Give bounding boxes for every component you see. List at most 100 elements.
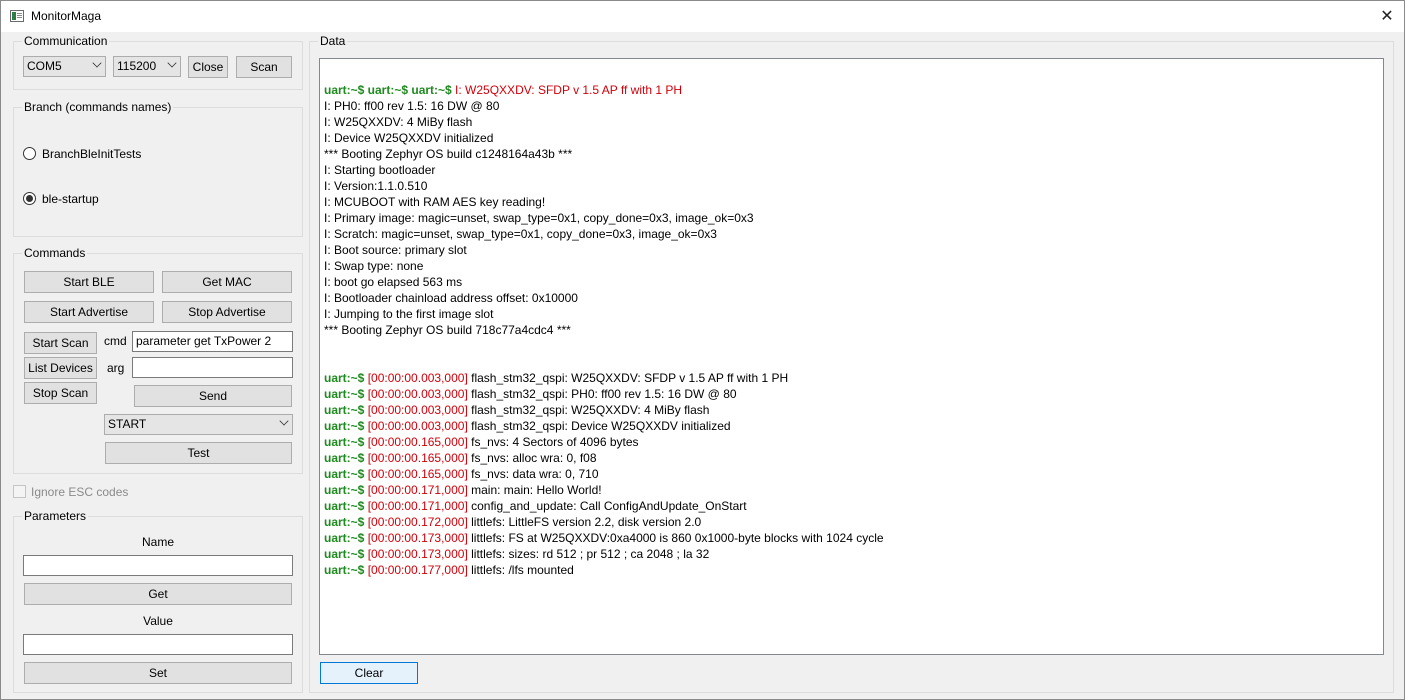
console-prompt: uart:~$: [324, 515, 368, 529]
stop-scan-button[interactable]: Stop Scan: [24, 382, 97, 404]
console-line: I: Jumping to the first image slot: [324, 307, 494, 321]
port-select-value: COM5: [27, 59, 62, 73]
console-prompt: uart:~$: [324, 451, 368, 465]
command-select-value: START: [108, 417, 147, 431]
console-log-line: uart:~$ [00:00:00.171,000] config_and_up…: [324, 498, 1383, 514]
window-title: MonitorMaga: [31, 9, 102, 23]
title-bar: MonitorMaga ✕: [1, 1, 1404, 32]
cmd-input[interactable]: parameter get TxPower 2: [132, 331, 293, 352]
console-log-line: uart:~$ [00:00:00.165,000] fs_nvs: alloc…: [324, 450, 1383, 466]
console-message: config_and_update: Call ConfigAndUpdate_…: [467, 499, 747, 513]
console-log-line: uart:~$ [00:00:00.003,000] flash_stm32_q…: [324, 386, 1383, 402]
port-select[interactable]: COM5: [23, 56, 106, 77]
param-value-label: Value: [143, 614, 173, 628]
console-line: I: MCUBOOT with RAM AES key reading!: [324, 195, 546, 209]
baud-select-value: 115200: [117, 59, 157, 73]
console-log-line: uart:~$ [00:00:00.003,000] flash_stm32_q…: [324, 402, 1383, 418]
console-line: *** Booting Zephyr OS build 718c77a4cdc4…: [324, 323, 571, 337]
chevron-down-icon: [92, 58, 102, 68]
console-timestamp: [00:00:00.171,000]: [367, 499, 468, 513]
console-prompt: uart:~$: [324, 435, 368, 449]
console-message: flash_stm32_qspi: W25QXXDV: SFDP v 1.5 A…: [467, 371, 789, 385]
param-value-input[interactable]: [23, 634, 293, 655]
console-log-line: uart:~$ [00:00:00.165,000] fs_nvs: 4 Sec…: [324, 434, 1383, 450]
set-param-button[interactable]: Set: [24, 662, 292, 684]
radio-ble-startup[interactable]: [23, 192, 36, 205]
param-name-input[interactable]: [23, 555, 293, 576]
console-log-line: uart:~$ [00:00:00.173,000] littlefs: FS …: [324, 530, 1383, 546]
console-log-line: uart:~$ [00:00:00.003,000] flash_stm32_q…: [324, 418, 1383, 434]
get-mac-button[interactable]: Get MAC: [162, 271, 292, 293]
scan-ports-button[interactable]: Scan: [236, 56, 292, 78]
console-message: flash_stm32_qspi: Device W25QXXDV initia…: [467, 419, 731, 433]
send-button[interactable]: Send: [134, 385, 292, 407]
data-console[interactable]: uart:~$ uart:~$ uart:~$ I: W25QXXDV: SFD…: [319, 58, 1384, 655]
console-log-line: uart:~$ [00:00:00.003,000] flash_stm32_q…: [324, 370, 1383, 386]
chevron-down-icon: [279, 416, 289, 426]
console-prompt: uart:~$ uart:~$ uart:~$: [324, 83, 456, 97]
command-select[interactable]: START: [104, 414, 293, 435]
clear-button[interactable]: Clear: [320, 662, 418, 684]
get-param-button[interactable]: Get: [24, 583, 292, 605]
console-message: flash_stm32_qspi: PH0: ff00 rev 1.5: 16 …: [467, 387, 737, 401]
console-message: main: main: Hello World!: [467, 483, 602, 497]
console-message: littlefs: sizes: rd 512 ; pr 512 ; ca 20…: [467, 547, 710, 561]
data-legend: Data: [318, 34, 348, 48]
console-line: I: Bootloader chainload address offset: …: [324, 291, 578, 305]
console-timestamp: [00:00:00.165,000]: [367, 435, 468, 449]
radio-label-branch-ble-init-tests[interactable]: BranchBleInitTests: [42, 147, 141, 161]
start-scan-button[interactable]: Start Scan: [24, 332, 97, 354]
console-line: I: boot go elapsed 563 ms: [324, 275, 463, 289]
console-message: fs_nvs: alloc wra: 0, f08: [467, 451, 597, 465]
console-prompt: uart:~$: [324, 387, 368, 401]
console-error-text: I: W25QXXDV: SFDP v 1.5 AP ff with 1 PH: [455, 83, 683, 97]
cmd-label: cmd: [104, 334, 127, 348]
runtime-log: uart:~$ [00:00:00.003,000] flash_stm32_q…: [324, 370, 1383, 578]
branch-legend: Branch (commands names): [22, 100, 174, 114]
console-prompt: uart:~$: [324, 563, 368, 577]
console-log-line: uart:~$ [00:00:00.165,000] fs_nvs: data …: [324, 466, 1383, 482]
console-line: I: W25QXXDV: 4 MiBy flash: [324, 115, 473, 129]
console-timestamp: [00:00:00.165,000]: [367, 451, 468, 465]
start-ble-button[interactable]: Start BLE: [24, 271, 154, 293]
console-line: I: Device W25QXXDV initialized: [324, 131, 494, 145]
console-timestamp: [00:00:00.003,000]: [367, 403, 468, 417]
console-prompt: uart:~$: [324, 371, 368, 385]
arg-input[interactable]: [132, 357, 293, 378]
console-prompt: uart:~$: [324, 547, 368, 561]
console-line: I: Starting bootloader: [324, 163, 436, 177]
communication-legend: Communication: [22, 34, 110, 48]
console-message: littlefs: LittleFS version 2.2, disk ver…: [467, 515, 702, 529]
console-line: I: Version:1.1.0.510: [324, 179, 428, 193]
ignore-esc-label[interactable]: Ignore ESC codes: [31, 485, 128, 499]
boot-log: I: PH0: ff00 rev 1.5: 16 DW @ 80 I: W25QX…: [324, 98, 1383, 338]
console-message: fs_nvs: data wra: 0, 710: [467, 467, 599, 481]
console-timestamp: [00:00:00.177,000]: [367, 563, 468, 577]
console-timestamp: [00:00:00.173,000]: [367, 531, 468, 545]
console-line: I: Primary image: magic=unset, swap_type…: [324, 211, 754, 225]
console-timestamp: [00:00:00.003,000]: [367, 371, 468, 385]
console-timestamp: [00:00:00.173,000]: [367, 547, 468, 561]
parameters-legend: Parameters: [22, 509, 89, 523]
console-log-line: uart:~$ [00:00:00.172,000] littlefs: Lit…: [324, 514, 1383, 530]
stop-advertise-button[interactable]: Stop Advertise: [162, 301, 292, 323]
param-name-label: Name: [141, 535, 174, 549]
start-advertise-button[interactable]: Start Advertise: [24, 301, 154, 323]
console-line: I: Swap type: none: [324, 259, 424, 273]
radio-branch-ble-init-tests[interactable]: [23, 147, 36, 160]
test-button[interactable]: Test: [105, 442, 292, 464]
list-devices-button[interactable]: List Devices: [24, 357, 97, 379]
console-line: uart:~$ uart:~$ uart:~$ I: W25QXXDV: SFD…: [324, 82, 1383, 98]
app-icon: [10, 10, 24, 22]
radio-label-ble-startup[interactable]: ble-startup: [42, 192, 99, 206]
console-message: littlefs: FS at W25QXXDV:0xa4000 is 860 …: [467, 531, 884, 545]
console-line: I: Boot source: primary slot: [324, 243, 467, 257]
baud-select[interactable]: 115200: [113, 56, 181, 77]
ignore-esc-checkbox[interactable]: [13, 485, 26, 498]
close-window-button[interactable]: ✕: [1370, 1, 1404, 31]
chevron-down-icon: [167, 58, 177, 68]
close-port-button[interactable]: Close: [188, 56, 228, 78]
console-line: I: PH0: ff00 rev 1.5: 16 DW @ 80: [324, 99, 500, 113]
